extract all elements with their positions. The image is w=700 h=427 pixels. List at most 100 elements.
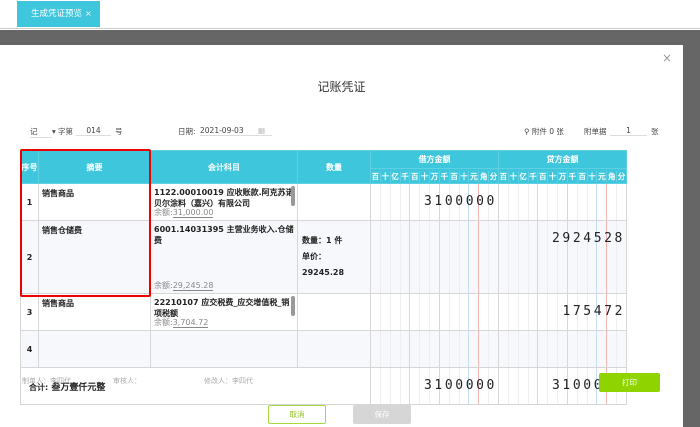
digit-gridline bbox=[430, 294, 440, 330]
scrollbar[interactable] bbox=[291, 296, 295, 316]
account-name: 1122.00010019 应收账款.阿克苏诺贝尔涂料（嘉兴）有限公司 bbox=[154, 188, 294, 208]
credit-value: 175472 bbox=[562, 304, 625, 319]
digit-gridline bbox=[371, 368, 381, 404]
debit-cell[interactable] bbox=[370, 330, 499, 368]
credit-cell[interactable]: 175472 bbox=[498, 293, 627, 331]
header-credit: 贷方金额 bbox=[498, 150, 627, 169]
balance-label: 余额: bbox=[154, 281, 173, 290]
credit-cell[interactable] bbox=[498, 183, 627, 221]
tab-close-icon[interactable]: × bbox=[85, 9, 92, 18]
unit-label: 角 bbox=[479, 170, 490, 182]
digit-gridline bbox=[499, 184, 509, 220]
cancel-button[interactable]: 取消 bbox=[268, 405, 326, 424]
credit-units: 百十亿千百十万千百十元角分 bbox=[499, 170, 626, 182]
unit-label: 十 bbox=[588, 170, 598, 182]
doc-count-input[interactable]: 1 bbox=[610, 126, 647, 136]
digit-gridline bbox=[489, 294, 498, 330]
debit-cell[interactable] bbox=[370, 220, 499, 294]
digit-gridline bbox=[479, 294, 490, 330]
digit-gridline bbox=[568, 184, 578, 220]
digit-gridline bbox=[489, 331, 498, 367]
balance-label: 余额: bbox=[154, 208, 173, 217]
account-name: 22210107 应交税费_应交增值税_销项税额 bbox=[154, 298, 290, 318]
zhang-label: 张 bbox=[651, 127, 659, 136]
balance: 余额:31,000.00 bbox=[154, 207, 214, 218]
digit-gridline bbox=[578, 184, 588, 220]
print-button[interactable]: 打印 bbox=[599, 373, 660, 392]
account-name: 6001.14031395 主营业务收入.仓储费 bbox=[154, 225, 294, 245]
qty-cell[interactable] bbox=[297, 330, 371, 368]
qty-cell[interactable]: 数量：1 件单价：29245.28 bbox=[297, 220, 371, 294]
unit-label: 十 bbox=[460, 170, 470, 182]
balance: 余额:3,704.72 bbox=[154, 317, 209, 328]
voucher-type-select[interactable]: 记 ▾ bbox=[30, 126, 56, 138]
qty-cell[interactable] bbox=[297, 293, 371, 331]
digit-gridline bbox=[509, 368, 519, 404]
total-debit-value: 3100000 bbox=[424, 378, 497, 393]
account-cell[interactable]: 22210107 应交税费_应交增值税_销项税额 余额:3,704.72 bbox=[150, 293, 298, 331]
digit-gridline bbox=[617, 184, 626, 220]
unit-label: 角 bbox=[607, 170, 618, 182]
digit-gridline bbox=[499, 331, 509, 367]
highlight-box bbox=[20, 149, 151, 297]
digit-gridline bbox=[391, 331, 401, 367]
qty-cell[interactable] bbox=[297, 183, 371, 221]
digit-gridline bbox=[391, 368, 401, 404]
digit-gridline bbox=[381, 184, 391, 220]
doc-count: 1 bbox=[610, 126, 647, 136]
digit-gridline bbox=[588, 184, 598, 220]
tab-voucher-preview[interactable]: 生成凭证预览 × bbox=[17, 1, 100, 27]
digit-gridline bbox=[420, 221, 431, 293]
attachment-count: 附件 0 张 bbox=[531, 127, 564, 136]
digit-gridline bbox=[538, 368, 549, 404]
unit-label: 亿 bbox=[391, 170, 401, 182]
unit-label: 十 bbox=[420, 170, 431, 182]
page-title: 记账凭证 bbox=[317, 80, 366, 94]
unit-label: 千 bbox=[401, 170, 411, 182]
summary-cell[interactable]: 销售商品 bbox=[38, 293, 151, 331]
digit-gridline bbox=[519, 184, 529, 220]
table-row[interactable]: 4 bbox=[20, 330, 627, 368]
digit-gridline bbox=[401, 294, 411, 330]
table-row[interactable]: 3 销售商品 22210107 应交税费_应交增值税_销项税额 余额:3,704.… bbox=[20, 293, 627, 331]
header-account: 会计科目 bbox=[150, 150, 298, 184]
digit-gridline bbox=[607, 331, 618, 367]
digit-gridline bbox=[410, 184, 421, 220]
scrollbar[interactable] bbox=[291, 186, 295, 206]
digit-gridline bbox=[529, 221, 539, 293]
date-label: 日期: bbox=[178, 127, 196, 136]
credit-cell[interactable] bbox=[498, 330, 627, 368]
debit-cell[interactable]: 3100000 bbox=[370, 183, 499, 221]
unit-label: 分 bbox=[617, 171, 626, 181]
digit-gridline bbox=[469, 294, 480, 330]
digit-gridline bbox=[489, 221, 498, 293]
unit-label: 十 bbox=[381, 170, 391, 182]
digit-gridline bbox=[469, 221, 480, 293]
voucher-number-input[interactable]: 014 bbox=[76, 126, 111, 136]
close-icon[interactable]: × bbox=[662, 51, 672, 65]
digit-gridline bbox=[420, 331, 431, 367]
digit-gridline bbox=[568, 331, 578, 367]
digit-gridline bbox=[548, 294, 559, 330]
save-button[interactable]: 保存 bbox=[353, 405, 411, 424]
digit-gridline bbox=[509, 294, 519, 330]
digit-gridline bbox=[499, 368, 509, 404]
digit-gridline bbox=[381, 294, 391, 330]
digit-gridline bbox=[597, 331, 608, 367]
summary-cell[interactable] bbox=[38, 330, 151, 368]
digit-gridline bbox=[450, 294, 460, 330]
balance-value: 31,000.00 bbox=[172, 208, 214, 218]
attachment-link[interactable]: ⚲ 附件 0 张 bbox=[524, 126, 564, 137]
digit-gridline bbox=[391, 294, 401, 330]
digit-gridline bbox=[371, 331, 381, 367]
account-cell[interactable]: 1122.00010019 应收账款.阿克苏诺贝尔涂料（嘉兴）有限公司 余额:31… bbox=[150, 183, 298, 221]
account-cell[interactable]: 6001.14031395 主营业务收入.仓储费 余额:29,245.28 bbox=[150, 220, 298, 294]
digit-gridline bbox=[588, 331, 598, 367]
account-cell[interactable] bbox=[150, 330, 298, 368]
debit-cell[interactable] bbox=[370, 293, 499, 331]
digit-gridline bbox=[381, 368, 391, 404]
digit-gridline bbox=[460, 331, 470, 367]
credit-cell[interactable]: 2924528 bbox=[498, 220, 627, 294]
calendar-icon[interactable]: ▦ bbox=[258, 126, 265, 135]
unit-label: 元 bbox=[470, 170, 480, 182]
